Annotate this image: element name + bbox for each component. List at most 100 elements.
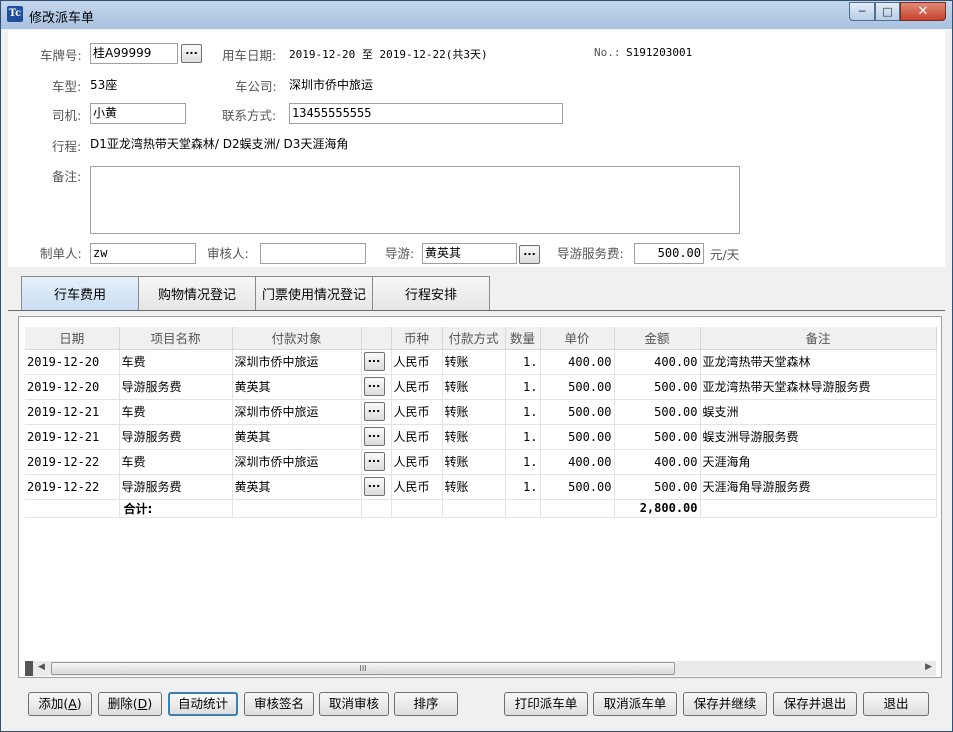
- cell-payee[interactable]: 黄英其: [232, 474, 362, 500]
- col-header-payee[interactable]: 付款对象: [232, 327, 362, 350]
- cell-date[interactable]: 2019-12-20: [25, 374, 120, 400]
- cell-currency[interactable]: 人民币: [391, 399, 443, 425]
- cell-payee[interactable]: 深圳市侨中旅运: [232, 399, 362, 425]
- tab-vehicle-cost[interactable]: 行车费用: [21, 276, 139, 310]
- cell-payee[interactable]: 深圳市侨中旅运: [232, 349, 362, 375]
- horizontal-scrollbar[interactable]: ◀ III ▶: [25, 661, 936, 676]
- cell-payee[interactable]: 黄英其: [232, 374, 362, 400]
- cell-date[interactable]: 2019-12-21: [25, 424, 120, 450]
- tab-itinerary[interactable]: 行程安排: [372, 276, 490, 310]
- cell-remark[interactable]: 亚龙湾热带天堂森林: [700, 349, 937, 375]
- payee-lookup-button[interactable]: ...: [363, 352, 385, 371]
- cell-currency[interactable]: 人民币: [391, 424, 443, 450]
- cell-amount[interactable]: 400.00: [614, 449, 701, 475]
- reviewer-input[interactable]: [260, 243, 366, 264]
- cell-remark[interactable]: 蜈支洲导游服务费: [700, 424, 937, 450]
- cell-amount[interactable]: 500.00: [614, 474, 701, 500]
- cell-unit-price[interactable]: 400.00: [540, 449, 615, 475]
- cell-pay-method[interactable]: 转账: [442, 449, 506, 475]
- scroll-left-arrow-icon[interactable]: ◀: [38, 662, 45, 672]
- approve-button[interactable]: 审核签名: [244, 692, 314, 716]
- cell-date[interactable]: 2019-12-21: [25, 399, 120, 425]
- cell-item[interactable]: 车费: [119, 399, 233, 425]
- cell-remark[interactable]: 天涯海角: [700, 449, 937, 475]
- cell-currency[interactable]: 人民币: [391, 449, 443, 475]
- table-row[interactable]: 2019-12-20 车费 深圳市侨中旅运 ... 人民币 转账 1. 400.…: [25, 349, 937, 375]
- payee-lookup-button[interactable]: ...: [363, 427, 385, 446]
- exit-button[interactable]: 退出: [863, 692, 929, 716]
- auto-stat-button[interactable]: 自动统计: [168, 692, 238, 716]
- cell-remark[interactable]: 天涯海角导游服务费: [700, 474, 937, 500]
- maker-input[interactable]: zw: [90, 243, 196, 264]
- cell-remark[interactable]: 亚龙湾热带天堂森林导游服务费: [700, 374, 937, 400]
- cell-unit-price[interactable]: 500.00: [540, 399, 615, 425]
- cell-item[interactable]: 车费: [119, 349, 233, 375]
- driver-input[interactable]: 小黄: [90, 103, 186, 124]
- cell-payee[interactable]: 黄英其: [232, 424, 362, 450]
- cell-pay-method[interactable]: 转账: [442, 349, 506, 375]
- col-header-amount[interactable]: 金额: [614, 327, 701, 350]
- payee-lookup-button[interactable]: ...: [363, 377, 385, 396]
- maximize-button[interactable]: □: [875, 2, 900, 21]
- cell-qty[interactable]: 1.: [505, 399, 541, 425]
- table-row[interactable]: 2019-12-20 导游服务费 黄英其 ... 人民币 转账 1. 500.0…: [25, 374, 937, 400]
- cell-item[interactable]: 导游服务费: [119, 424, 233, 450]
- cell-unit-price[interactable]: 500.00: [540, 474, 615, 500]
- cell-currency[interactable]: 人民币: [391, 474, 443, 500]
- col-header-unit-price[interactable]: 单价: [540, 327, 615, 350]
- tab-tickets[interactable]: 门票使用情况登记: [255, 276, 373, 310]
- guide-input[interactable]: 黄英其: [422, 243, 517, 264]
- col-header-pay-method[interactable]: 付款方式: [442, 327, 506, 350]
- payee-lookup-button[interactable]: ...: [363, 402, 385, 421]
- title-bar[interactable]: Tc 修改派车单 ─ □ ✕: [1, 1, 952, 29]
- plate-input[interactable]: 桂A99999: [90, 43, 178, 64]
- print-order-button[interactable]: 打印派车单: [504, 692, 588, 716]
- guide-lookup-button[interactable]: ...: [519, 245, 540, 264]
- cell-unit-price[interactable]: 500.00: [540, 374, 615, 400]
- cell-currency[interactable]: 人民币: [391, 374, 443, 400]
- sort-button[interactable]: 排序: [394, 692, 458, 716]
- cell-amount[interactable]: 400.00: [614, 349, 701, 375]
- cell-pay-method[interactable]: 转账: [442, 424, 506, 450]
- cancel-order-button[interactable]: 取消派车单: [593, 692, 677, 716]
- save-continue-button[interactable]: 保存并继续: [683, 692, 767, 716]
- payee-lookup-button[interactable]: ...: [363, 452, 385, 471]
- cell-amount[interactable]: 500.00: [614, 424, 701, 450]
- cell-payee[interactable]: 深圳市侨中旅运: [232, 449, 362, 475]
- table-row[interactable]: 2019-12-21 车费 深圳市侨中旅运 ... 人民币 转账 1. 500.…: [25, 399, 937, 425]
- payee-lookup-button[interactable]: ...: [363, 477, 385, 496]
- cancel-approve-button[interactable]: 取消审核: [319, 692, 389, 716]
- cell-unit-price[interactable]: 400.00: [540, 349, 615, 375]
- scroll-right-arrow-icon[interactable]: ▶: [925, 662, 932, 672]
- cell-date[interactable]: 2019-12-20: [25, 349, 120, 375]
- col-header-qty[interactable]: 数量: [505, 327, 541, 350]
- close-button[interactable]: ✕: [900, 2, 946, 21]
- col-header-remark[interactable]: 备注: [700, 327, 937, 350]
- cell-qty[interactable]: 1.: [505, 474, 541, 500]
- cell-pay-method[interactable]: 转账: [442, 374, 506, 400]
- cell-item[interactable]: 车费: [119, 449, 233, 475]
- remark-textarea[interactable]: [90, 166, 740, 234]
- add-button[interactable]: 添加(A): [28, 692, 92, 716]
- tab-shopping[interactable]: 购物情况登记: [138, 276, 256, 310]
- col-header-item[interactable]: 项目名称: [119, 327, 233, 350]
- cell-item[interactable]: 导游服务费: [119, 474, 233, 500]
- cell-qty[interactable]: 1.: [505, 374, 541, 400]
- cell-date[interactable]: 2019-12-22: [25, 474, 120, 500]
- col-header-date[interactable]: 日期: [25, 327, 120, 350]
- table-row[interactable]: 2019-12-21 导游服务费 黄英其 ... 人民币 转账 1. 500.0…: [25, 424, 937, 450]
- cell-amount[interactable]: 500.00: [614, 399, 701, 425]
- col-header-currency[interactable]: 币种: [391, 327, 443, 350]
- cell-pay-method[interactable]: 转账: [442, 399, 506, 425]
- delete-button[interactable]: 删除(D): [98, 692, 162, 716]
- cell-item[interactable]: 导游服务费: [119, 374, 233, 400]
- table-row[interactable]: 2019-12-22 车费 深圳市侨中旅运 ... 人民币 转账 1. 400.…: [25, 449, 937, 475]
- cell-qty[interactable]: 1.: [505, 424, 541, 450]
- guide-fee-input[interactable]: 500.00: [634, 243, 704, 264]
- cell-remark[interactable]: 蜈支洲: [700, 399, 937, 425]
- cell-unit-price[interactable]: 500.00: [540, 424, 615, 450]
- cell-pay-method[interactable]: 转账: [442, 474, 506, 500]
- save-exit-button[interactable]: 保存并退出: [773, 692, 857, 716]
- cell-date[interactable]: 2019-12-22: [25, 449, 120, 475]
- table-row[interactable]: 2019-12-22 导游服务费 黄英其 ... 人民币 转账 1. 500.0…: [25, 474, 937, 500]
